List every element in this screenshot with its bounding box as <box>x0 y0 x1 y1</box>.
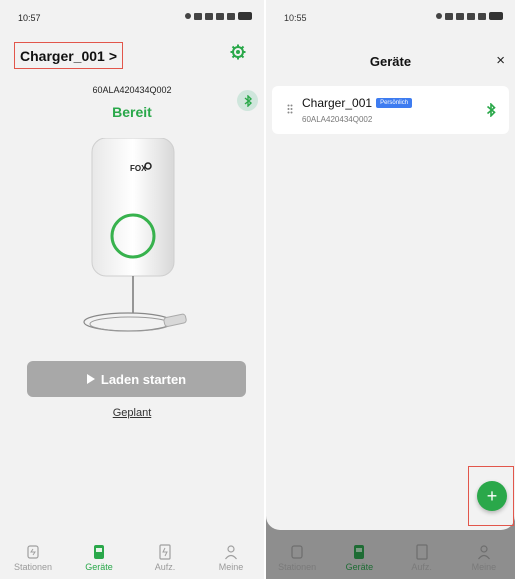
device-name: Charger_001 <box>302 96 373 110</box>
records-icon <box>159 544 171 560</box>
status-bar: 10:57 <box>0 0 264 30</box>
status-time: 10:55 <box>284 13 307 23</box>
station-icon <box>291 545 303 559</box>
charger-detail-screen: 10:57 Charger_001 > 60ALA420434Q002 Bere… <box>0 0 264 579</box>
drag-handle-icon[interactable] <box>287 104 293 114</box>
sim-icon <box>456 12 464 20</box>
bluetooth-icon <box>486 103 496 117</box>
bluetooth-button[interactable] <box>237 90 258 111</box>
start-charging-button[interactable]: Laden starten <box>27 361 246 397</box>
device-list-item[interactable]: Charger_001 Persönlich 60ALA420434Q002 <box>272 86 509 134</box>
charger-name-selector[interactable]: Charger_001 > <box>14 42 124 69</box>
screenshot-root: 10:57 Charger_001 > 60ALA420434Q002 Bere… <box>0 0 515 579</box>
records-icon <box>416 544 428 560</box>
chevron-right-icon: > <box>108 47 118 64</box>
device-name-row: Charger_001 Persönlich <box>302 96 413 110</box>
tab-geraete[interactable]: Geräte <box>66 539 132 579</box>
charger-device-image: FOX <box>83 138 187 332</box>
alarm-icon <box>436 13 442 19</box>
tab-label: Meine <box>218 562 244 572</box>
network-speed-icon <box>445 12 453 20</box>
tab-aufz[interactable]: Aufz. <box>132 539 198 579</box>
tab-label: Stationen <box>13 562 53 572</box>
station-icon <box>27 545 39 559</box>
charger-icon <box>354 545 365 559</box>
tab-aufz[interactable]: Aufz. <box>391 539 453 579</box>
charger-serial: 60ALA420434Q002 <box>92 85 172 95</box>
tab-stationen[interactable]: Stationen <box>266 539 328 579</box>
start-charging-label: Laden starten <box>100 371 187 387</box>
tab-meine[interactable]: Meine <box>198 539 264 579</box>
status-icons <box>436 12 503 20</box>
bottom-tab-bar: Stationen Geräte Aufz. Meine <box>266 539 515 579</box>
signal-icon <box>216 12 224 20</box>
sim-icon <box>205 12 213 20</box>
devices-screen: 10:55 Geräte × Charger_001 Persönlich 60… <box>266 0 515 579</box>
status-bar: 10:55 <box>266 0 515 30</box>
signal-icon <box>467 12 475 20</box>
tab-label: Aufz. <box>411 562 432 572</box>
tab-stationen[interactable]: Stationen <box>0 539 66 579</box>
tab-label: Geräte <box>345 562 374 572</box>
status-time: 10:57 <box>18 13 41 23</box>
charger-icon <box>94 545 104 559</box>
devices-sheet: Geräte × Charger_001 Persönlich 60ALA420… <box>266 30 515 530</box>
network-speed-icon <box>194 12 202 20</box>
planned-link[interactable]: Geplant <box>0 407 264 419</box>
profile-icon <box>477 545 490 560</box>
play-icon <box>86 374 95 384</box>
gear-icon[interactable] <box>230 44 246 60</box>
tab-label: Meine <box>471 562 497 572</box>
status-icons <box>185 12 252 20</box>
bottom-tab-bar: Stationen Geräte Aufz. Meine <box>0 539 264 579</box>
bluetooth-icon <box>244 94 252 107</box>
tab-label: Stationen <box>278 562 317 572</box>
profile-icon <box>225 545 237 560</box>
add-device-button[interactable]: + <box>477 481 507 511</box>
tab-label: Aufz. <box>154 562 176 572</box>
alarm-icon <box>185 13 191 19</box>
close-icon[interactable]: × <box>496 52 505 69</box>
personal-badge: Persönlich <box>376 98 413 108</box>
battery-icon <box>238 12 252 20</box>
wifi-icon <box>227 12 235 20</box>
device-serial: 60ALA420434Q002 <box>302 115 373 124</box>
tab-geraete[interactable]: Geräte <box>328 539 390 579</box>
sheet-title: Geräte <box>369 54 412 69</box>
battery-icon <box>489 12 503 20</box>
tab-label: Geräte <box>85 562 113 572</box>
wifi-icon <box>478 12 486 20</box>
tab-meine[interactable]: Meine <box>453 539 515 579</box>
charger-state: Bereit <box>112 104 152 120</box>
charger-name-text: Charger_001 <box>20 47 105 64</box>
